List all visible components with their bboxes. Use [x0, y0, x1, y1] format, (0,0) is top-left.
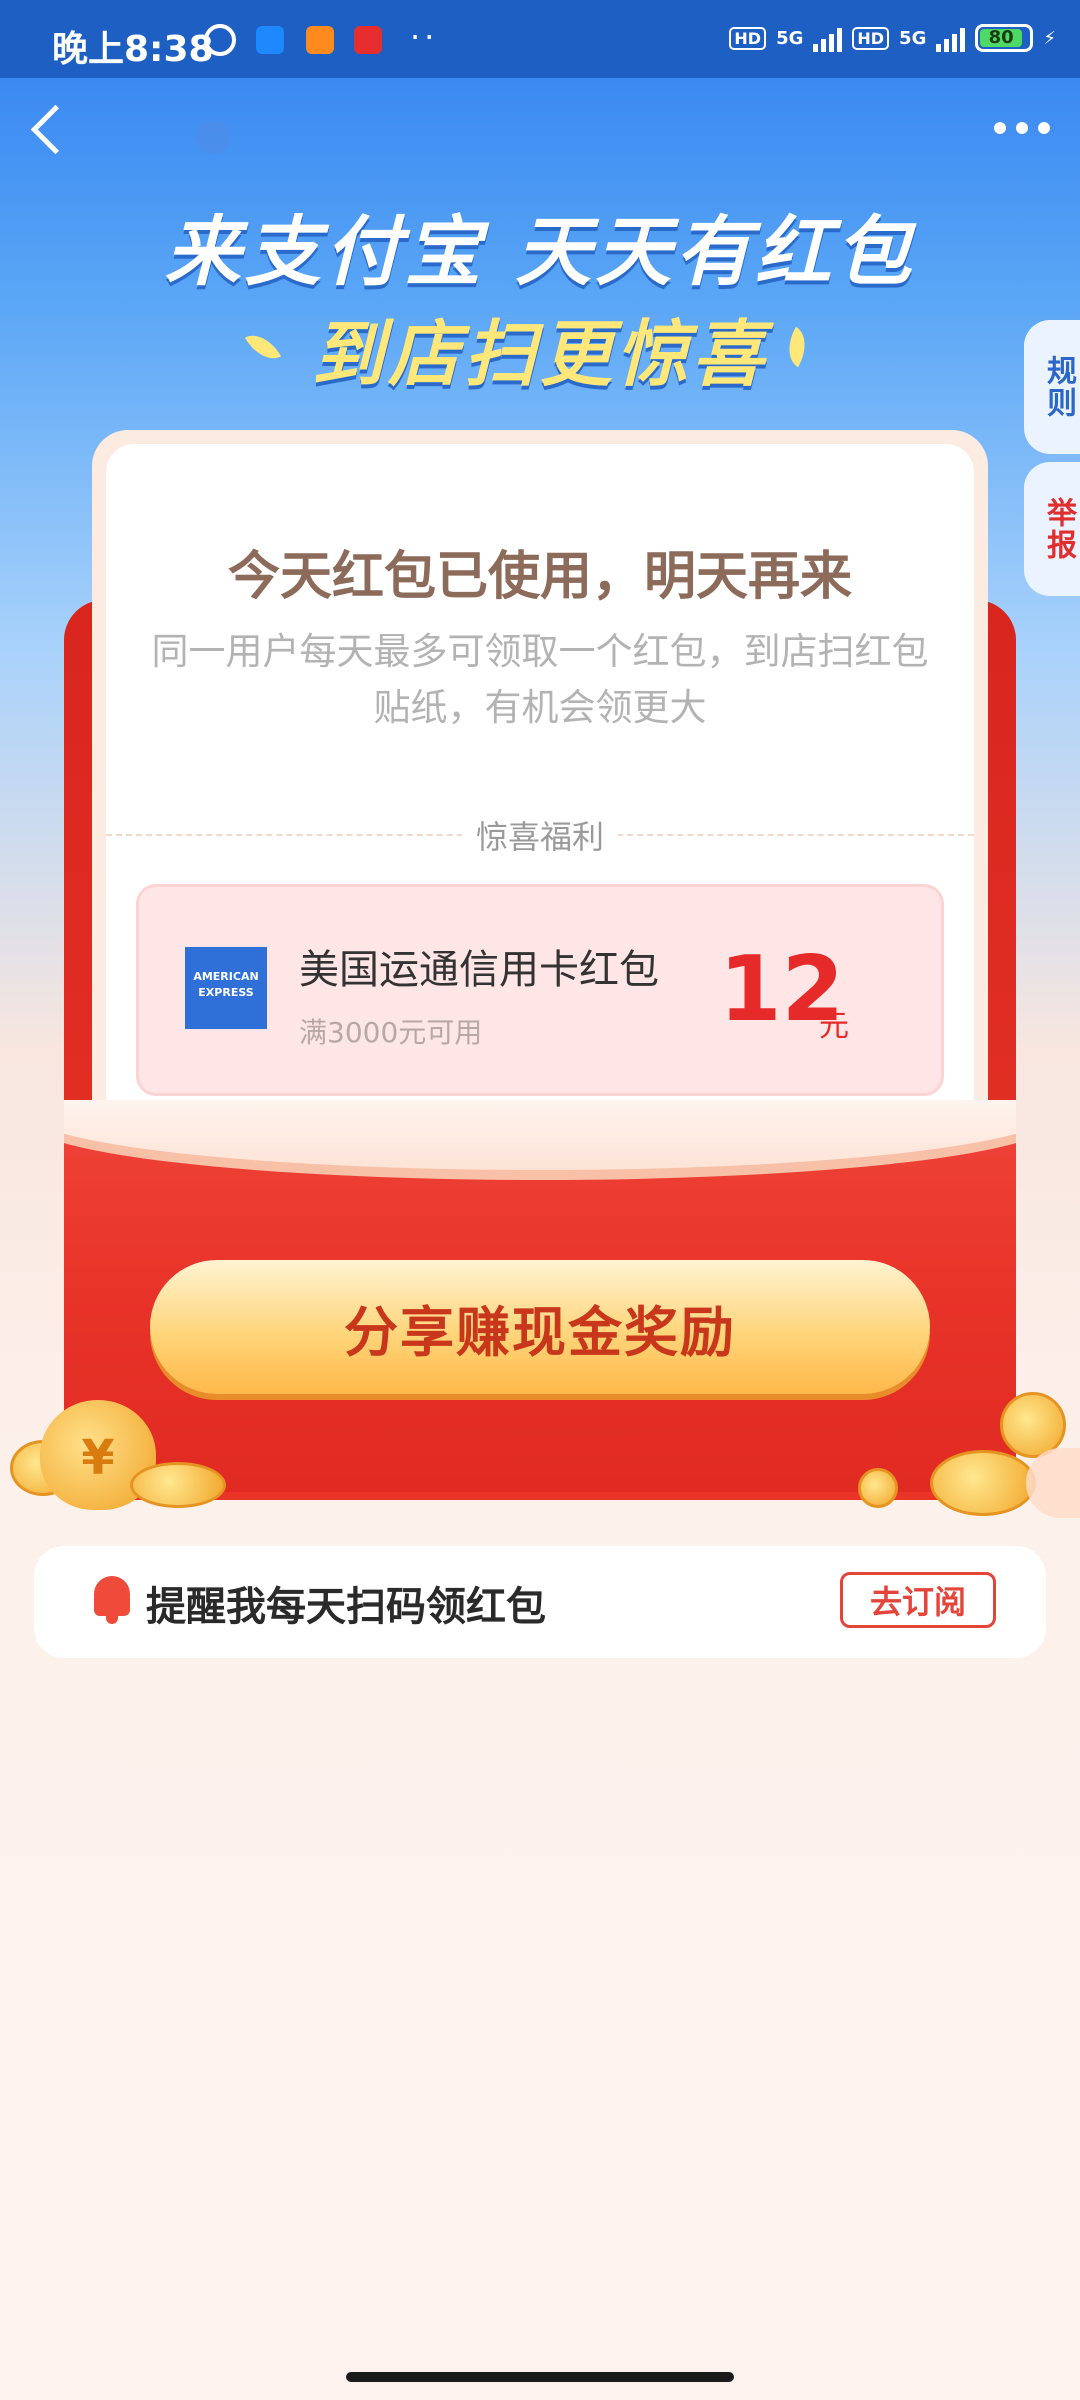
decoration-ball — [196, 120, 230, 154]
subscribe-text: 提醒我每天扫码领红包 — [146, 1584, 546, 1630]
hd-icon: HD — [729, 26, 767, 50]
share-cash-button[interactable]: 分享赚现金奖励 — [150, 1260, 930, 1394]
signal-icon — [936, 24, 966, 52]
back-icon[interactable] — [30, 104, 81, 155]
coin-icon — [130, 1462, 226, 1508]
section-label: 惊喜福利 — [461, 812, 619, 858]
coupon-title: 美国运通信用卡红包 — [299, 947, 659, 993]
subscribe-button[interactable]: 去订阅 — [840, 1572, 996, 1628]
coin-icon — [858, 1468, 898, 1508]
card-content: 今天红包已使用，明天再来 同一用户每天最多可领取一个红包，到店扫红包贴纸，有机会… — [106, 444, 974, 1130]
more-options-icon[interactable] — [994, 122, 1050, 134]
subscribe-reminder: 提醒我每天扫码领红包 去订阅 — [34, 1546, 1046, 1658]
app-notification-icon — [306, 26, 334, 54]
charging-icon: ⚡ — [1043, 27, 1056, 49]
stock-notification-icon — [354, 26, 382, 54]
red-envelope-card: 今天红包已使用，明天再来 同一用户每天最多可领取一个红包，到店扫红包贴纸，有机会… — [92, 430, 988, 1130]
bell-icon — [94, 1576, 130, 1624]
signal-icon — [813, 24, 843, 52]
status-time: 晚上8:38 — [52, 29, 214, 70]
floating-video-icon[interactable] — [1026, 1448, 1080, 1518]
alipay-notification-icon — [256, 26, 284, 54]
more-notifications-icon: ·· — [410, 18, 439, 56]
coupon-condition: 满3000元可用 — [299, 1016, 483, 1049]
home-indicator[interactable] — [346, 2372, 734, 2382]
report-tab[interactable]: 举报 — [1024, 462, 1080, 596]
network-label: 5G — [899, 27, 927, 49]
status-description: 同一用户每天最多可领取一个红包，到店扫红包贴纸，有机会领更大 — [151, 630, 929, 729]
coin-stack-icon — [930, 1450, 1036, 1516]
battery-icon: 80 — [975, 24, 1034, 52]
coupon-item[interactable]: AMERICAN EXPRESS 美国运通信用卡红包 满3000元可用 12 元 — [136, 884, 944, 1096]
page-subheadline: 到店扫更惊喜 — [311, 312, 768, 396]
network-label: 5G — [776, 27, 804, 49]
status-bar: 晚上8:38 ·· HD 5G HD 5G 80 ⚡ — [0, 0, 1080, 78]
status-title: 今天红包已使用，明天再来 — [227, 547, 852, 607]
battery-level: 80 — [980, 29, 1022, 47]
status-right: HD 5G HD 5G 80 ⚡ — [729, 24, 1056, 52]
coupon-unit: 元 — [819, 1009, 849, 1044]
rules-tab[interactable]: 规则 — [1024, 320, 1080, 454]
page-headline: 来支付宝 天天有红包 — [164, 207, 916, 296]
hd-icon: HD — [852, 26, 890, 50]
alarm-icon — [204, 24, 236, 56]
amex-logo: AMERICAN EXPRESS — [185, 947, 267, 1029]
